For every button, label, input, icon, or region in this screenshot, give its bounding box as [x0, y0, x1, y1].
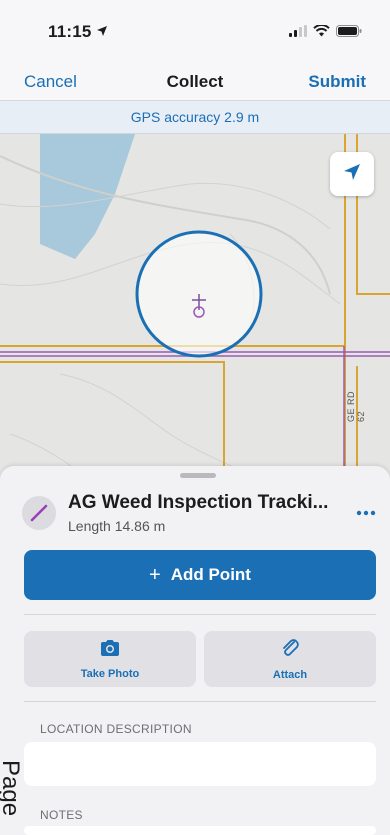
page-overlay-text: Page: [0, 760, 24, 817]
status-bar: 11:15: [0, 0, 390, 64]
add-point-button[interactable]: + Add Point: [24, 550, 376, 600]
nav-bar: Cancel Collect Submit: [0, 64, 390, 101]
map-view[interactable]: GE RD 62: [0, 134, 390, 480]
status-time: 11:15: [48, 22, 108, 42]
ellipsis-icon: [356, 503, 376, 521]
wifi-icon: [313, 24, 330, 42]
status-icons: [289, 24, 362, 42]
add-point-label: Add Point: [170, 565, 251, 584]
location-description-field[interactable]: [24, 742, 376, 786]
divider: [24, 701, 376, 702]
plus-icon: +: [149, 563, 161, 586]
location-arrow-icon: [96, 22, 108, 42]
feature-length: Length 14.86 m: [68, 518, 166, 534]
location-description-label: LOCATION DESCRIPTION: [40, 722, 192, 736]
parcel-line: [0, 361, 345, 469]
notes-label: NOTES: [40, 808, 83, 822]
divider: [24, 614, 376, 615]
gps-accuracy-banner[interactable]: GPS accuracy 2.9 m: [0, 101, 390, 134]
camera-icon: [99, 639, 121, 662]
clock: 11:15: [48, 22, 92, 41]
cellular-signal-icon: [289, 24, 307, 42]
feature-header: AG Weed Inspection Tracki... Length 14.8…: [20, 488, 380, 538]
road-label: GE RD 62: [346, 390, 366, 422]
locate-me-button[interactable]: [330, 152, 374, 196]
take-photo-button[interactable]: Take Photo: [24, 631, 196, 687]
sheet-grabber[interactable]: [180, 473, 216, 478]
polyline-icon: [22, 496, 56, 530]
more-options-button[interactable]: [352, 498, 380, 526]
attach-button[interactable]: Attach: [204, 631, 376, 687]
paperclip-icon: [280, 638, 300, 663]
submit-button[interactable]: Submit: [308, 72, 366, 92]
attach-label: Attach: [272, 668, 308, 681]
take-photo-label: Take Photo: [80, 667, 140, 680]
navigation-arrow-icon: [342, 162, 362, 187]
feature-title: AG Weed Inspection Tracki...: [68, 492, 329, 513]
battery-icon: [336, 24, 362, 42]
notes-field[interactable]: [24, 826, 376, 835]
